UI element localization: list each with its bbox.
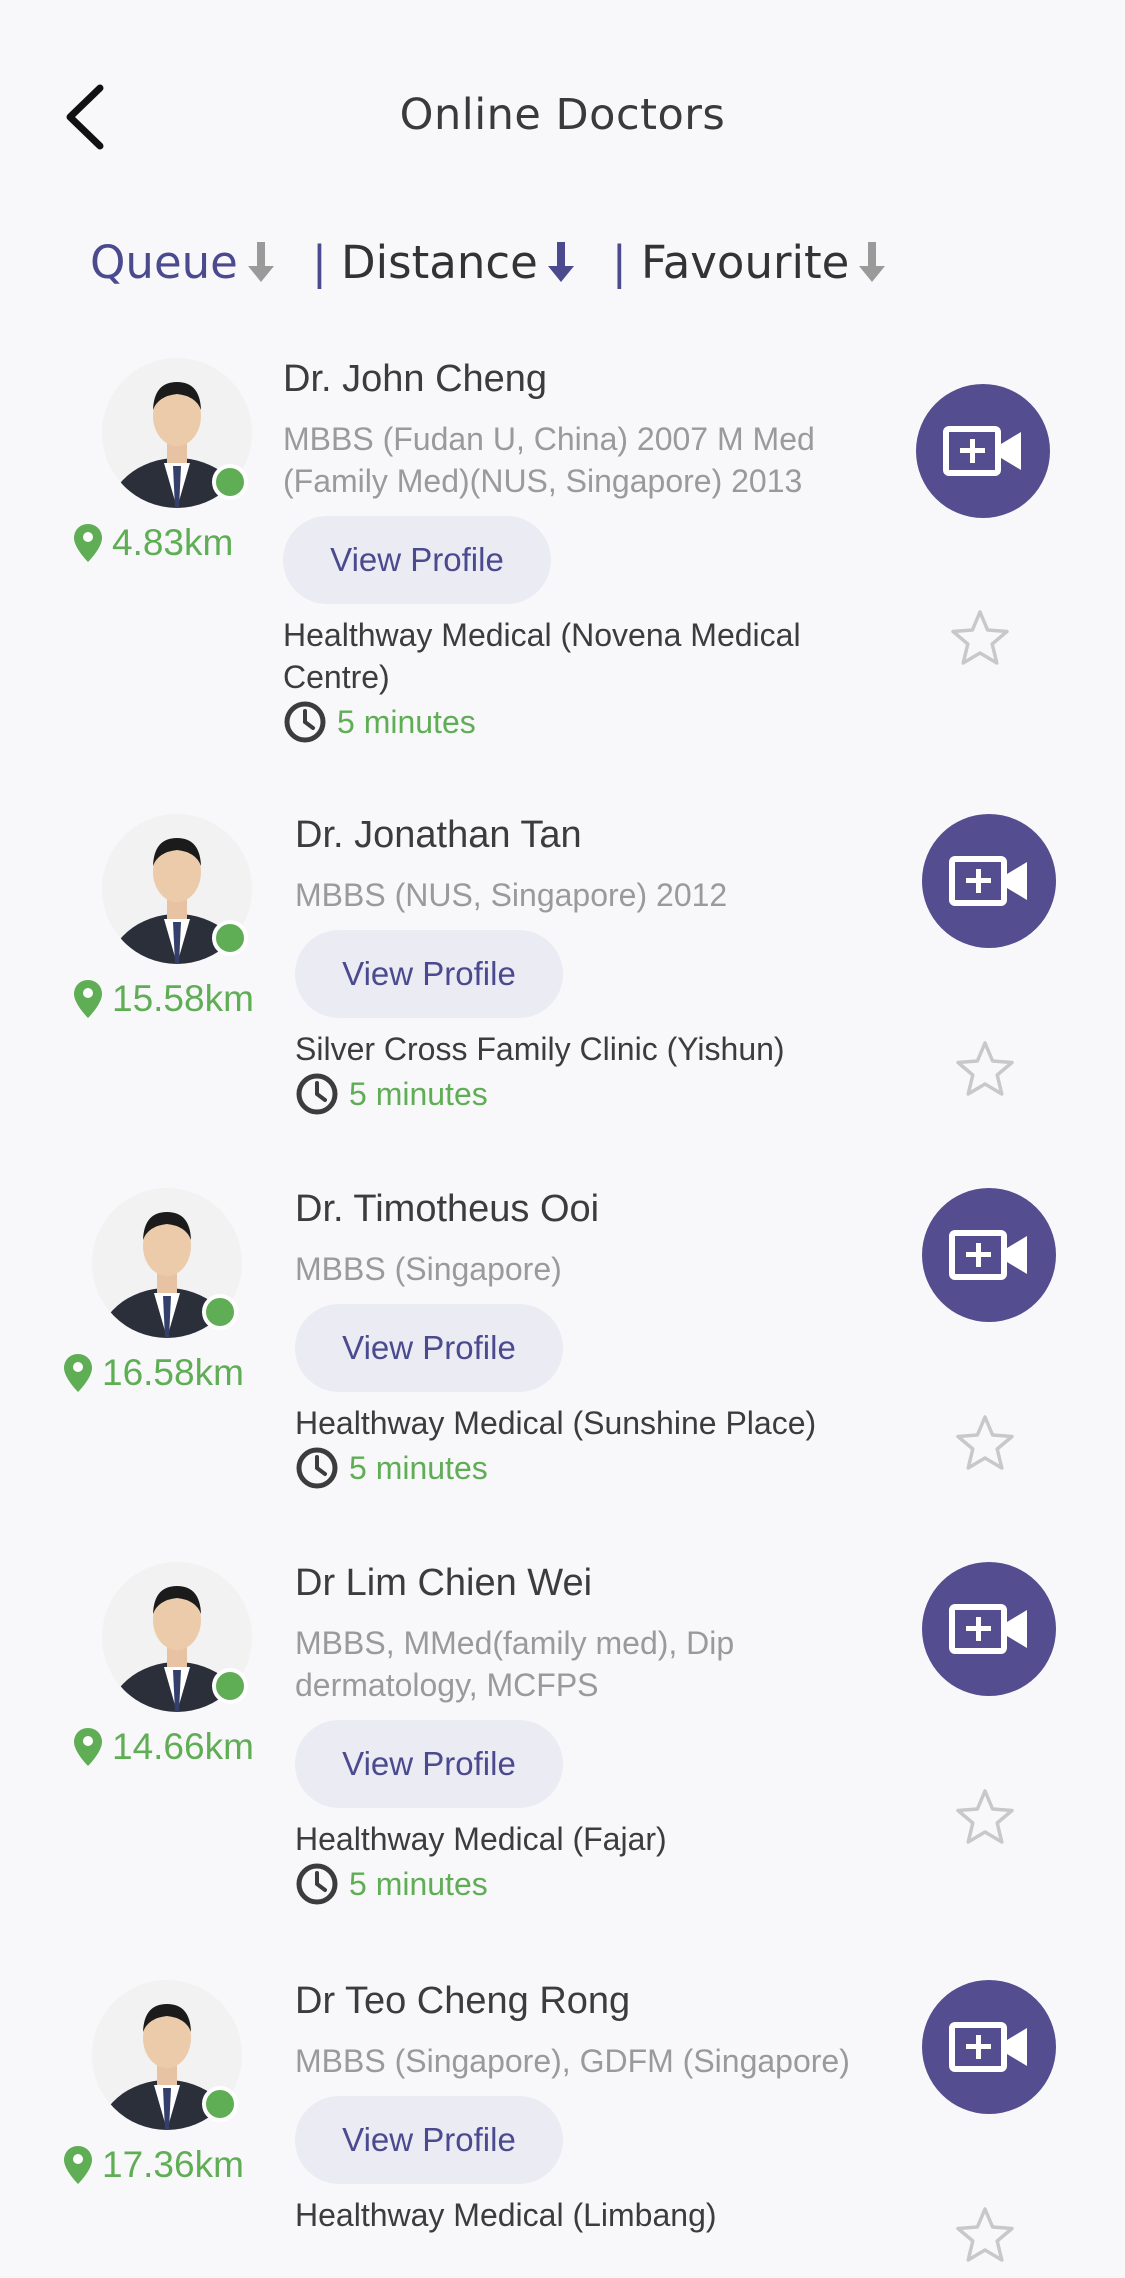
doctor-qualifications: MBBS (Singapore), GDFM (Singapore) [295, 2043, 850, 2079]
location-pin-icon [64, 2146, 92, 2184]
wait-time-value: 5 minutes [337, 703, 476, 740]
wait-time: 5 minutes [295, 1072, 488, 1116]
favourite-star-icon[interactable] [955, 1413, 1015, 1473]
view-profile-button[interactable]: View Profile [295, 2096, 563, 2184]
distance-label: 17.36km [64, 2144, 244, 2186]
doctor-qualifications: MBBS (Singapore) [295, 1251, 562, 1287]
video-camera-plus-icon [949, 1604, 1027, 1654]
wait-time-value: 5 minutes [349, 1449, 488, 1486]
doctor-name: Dr Lim Chien Wei [295, 1562, 593, 1604]
wait-time-value: 5 minutes [349, 1865, 488, 1902]
arrow-down-icon [547, 242, 574, 282]
clock-icon [296, 1073, 338, 1115]
distance-value: 16.58km [102, 1352, 244, 1393]
sort-distance-label: Distance [341, 235, 538, 289]
sort-favourite-label: Favourite [640, 235, 850, 289]
doctor-name: Dr. John Cheng [283, 358, 548, 400]
location-pin-icon [74, 524, 102, 562]
video-consult-button[interactable] [922, 1980, 1056, 2114]
online-status-dot [212, 464, 248, 500]
online-status-dot [212, 1668, 248, 1704]
sort-favourite-button[interactable]: | Favourite [612, 236, 886, 289]
clinic-name: Silver Cross Family Clinic (Yishun) [295, 1031, 785, 1067]
video-camera-plus-icon [949, 2022, 1027, 2072]
arrow-down-icon [859, 242, 886, 282]
view-profile-button[interactable]: View Profile [295, 930, 563, 1018]
location-pin-icon [74, 1728, 102, 1766]
sort-bar: Queue | Distance | Favourite [90, 232, 923, 292]
favourite-star-icon[interactable] [955, 1787, 1015, 1847]
sort-queue-button[interactable]: Queue [90, 236, 274, 289]
clock-icon [296, 1447, 338, 1489]
doctor-qualifications: MBBS, MMed(family med), Dip dermatology,… [295, 1625, 735, 1703]
online-status-dot [202, 2086, 238, 2122]
distance-label: 4.83km [74, 522, 233, 564]
page-title: Online Doctors [399, 90, 726, 140]
clinic-name: Healthway Medical (Fajar) [295, 1821, 667, 1857]
doctor-qualifications: MBBS (NUS, Singapore) 2012 [295, 877, 728, 913]
video-camera-plus-icon [949, 856, 1027, 906]
separator: | [611, 235, 627, 289]
wait-time-value: 5 minutes [349, 1075, 488, 1112]
online-status-dot [202, 1294, 238, 1330]
video-consult-button[interactable] [922, 814, 1056, 948]
clock-icon [296, 1863, 338, 1905]
wait-time: 5 minutes [295, 1446, 488, 1490]
view-profile-button[interactable]: View Profile [295, 1304, 563, 1392]
favourite-star-icon[interactable] [955, 2205, 1015, 2265]
distance-value: 17.36km [102, 2144, 244, 2185]
location-pin-icon [64, 1354, 92, 1392]
distance-value: 15.58km [112, 978, 254, 1019]
distance-label: 14.66km [74, 1726, 254, 1768]
header: Online Doctors [0, 0, 1125, 240]
video-camera-plus-icon [943, 426, 1021, 476]
clinic-name: Healthway Medical (Novena Medical Centre… [283, 617, 801, 695]
doctor-name: Dr. Jonathan Tan [295, 814, 582, 856]
location-pin-icon [74, 980, 102, 1018]
wait-time: 5 minutes [283, 700, 476, 744]
view-profile-button[interactable]: View Profile [295, 1720, 563, 1808]
distance-label: 16.58km [64, 1352, 244, 1394]
sort-queue-label: Queue [90, 235, 238, 289]
distance-value: 4.83km [112, 522, 234, 563]
clock-icon [284, 701, 326, 743]
doctor-name: Dr. Timotheus Ooi [295, 1188, 600, 1230]
video-consult-button[interactable] [922, 1188, 1056, 1322]
favourite-star-icon[interactable] [950, 608, 1010, 668]
video-consult-button[interactable] [922, 1562, 1056, 1696]
arrow-down-icon [247, 242, 274, 282]
clinic-name: Healthway Medical (Sunshine Place) [295, 1405, 817, 1441]
sort-distance-button[interactable]: | Distance [312, 236, 574, 289]
video-camera-plus-icon [949, 1230, 1027, 1280]
clinic-name: Healthway Medical (Limbang) [295, 2197, 717, 2233]
view-profile-button[interactable]: View Profile [283, 516, 551, 604]
separator: | [311, 235, 328, 289]
distance-label: 15.58km [74, 978, 254, 1020]
distance-value: 14.66km [112, 1726, 254, 1767]
favourite-star-icon[interactable] [955, 1039, 1015, 1099]
doctor-name: Dr Teo Cheng Rong [295, 1980, 631, 2022]
doctor-qualifications: MBBS (Fudan U, China) 2007 M Med (Family… [283, 421, 815, 499]
video-consult-button[interactable] [916, 384, 1050, 518]
online-status-dot [212, 920, 248, 956]
wait-time: 5 minutes [295, 1862, 488, 1906]
